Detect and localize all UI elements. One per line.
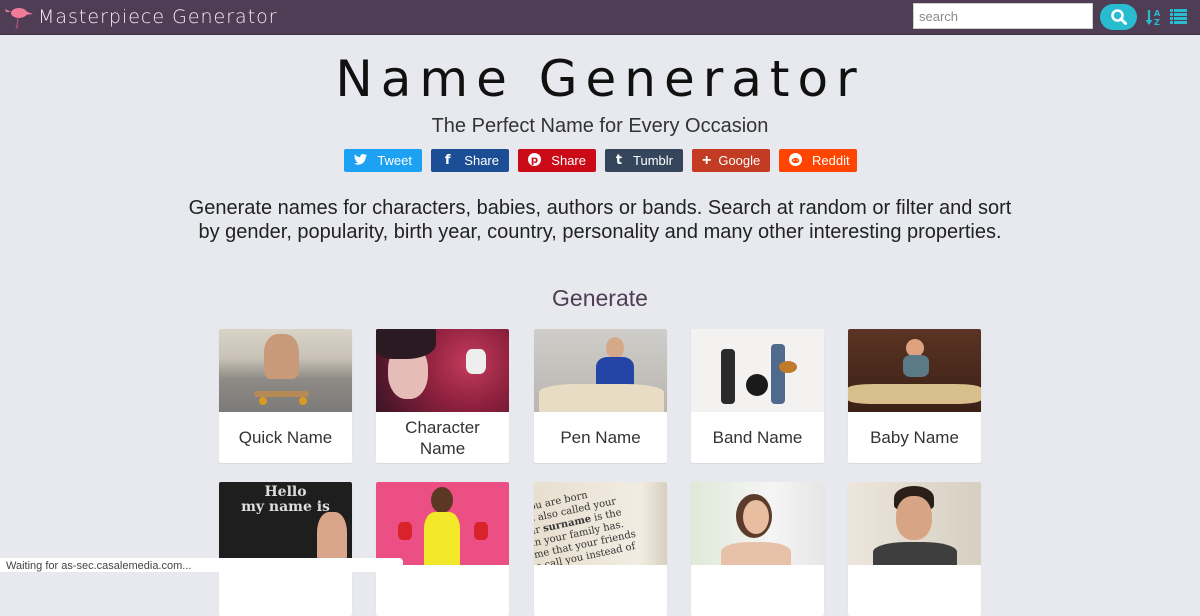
quick-name-image [219, 329, 352, 412]
facebook-icon: f [444, 153, 451, 168]
pinterest-icon: p [528, 152, 542, 169]
page-subtitle: The Perfect Name for Every Occasion [431, 115, 769, 137]
tweet-label: Tweet [377, 153, 412, 168]
reddit-icon [789, 152, 802, 169]
tumblr-button[interactable]: t Tumblr [605, 149, 683, 172]
tumblr-icon: t [615, 153, 623, 168]
pinterest-share-label: Share [551, 153, 586, 168]
baby-name-image [848, 329, 981, 412]
pinterest-share-button[interactable]: p Share [518, 149, 596, 172]
tumblr-label: Tumblr [633, 153, 673, 168]
card-label [848, 565, 981, 616]
page-title: Name Generator [335, 50, 865, 108]
card-thinking[interactable] [691, 482, 824, 616]
google-plus-button[interactable]: + Google [692, 149, 770, 172]
navbar: Masterpiece Generator A Z [0, 0, 1200, 35]
svg-text:A: A [1154, 9, 1161, 18]
card-name-tag[interactable]: Hello my name is [219, 482, 352, 616]
band-name-image [691, 329, 824, 412]
card-pen-name[interactable]: Pen Name [534, 329, 667, 463]
google-plus-icon: + [702, 151, 712, 169]
search-icon [1110, 9, 1127, 25]
tweet-button[interactable]: Tweet [344, 149, 422, 172]
google-plus-label: Google [718, 153, 761, 168]
card-label: Band Name [712, 428, 803, 447]
card-label: Character Name [405, 417, 480, 458]
generate-heading: Generate [552, 285, 648, 311]
character-name-image [376, 329, 509, 412]
card-label: Quick Name [238, 428, 333, 447]
search-input[interactable] [913, 3, 1093, 29]
hello-my-name-is-image: Hello my name is [219, 482, 352, 565]
brand-name: Masterpiece Generator [38, 6, 278, 28]
card-label [534, 565, 667, 616]
smiling-man-image [848, 482, 981, 565]
card-quick-name[interactable]: Quick Name [219, 329, 352, 463]
surname-dictionary-image: you are born is also called your ur surnam… [534, 482, 667, 565]
flamingo-logo-icon [5, 8, 33, 29]
card-label [691, 565, 824, 616]
brand-link[interactable]: Masterpiece Generator [2, 0, 278, 34]
pen-name-image [534, 329, 667, 412]
svg-text:p: p [531, 155, 538, 166]
svg-text:Z: Z [1154, 18, 1160, 27]
list-icon[interactable] [1170, 9, 1187, 24]
card-label: Baby Name [870, 428, 959, 447]
reddit-button[interactable]: Reddit [779, 149, 857, 172]
search-button[interactable] [1100, 4, 1137, 30]
browser-status-bar: Waiting for as-sec.casalemedia.com... [0, 558, 403, 572]
facebook-share-button[interactable]: f Share [431, 149, 509, 172]
sort-alpha-icon[interactable]: A Z [1145, 7, 1161, 27]
site-description: Generate names for characters, babies, a… [188, 197, 1012, 243]
thinking-woman-image [691, 482, 824, 565]
card-label [376, 565, 509, 616]
card-baby-name[interactable]: Baby Name [848, 329, 981, 463]
card-man[interactable] [848, 482, 981, 616]
facebook-share-label: Share [464, 153, 499, 168]
twitter-icon [354, 153, 368, 168]
card-label [219, 565, 352, 616]
card-character-name[interactable]: Character Name [376, 329, 509, 463]
card-label: Pen Name [560, 428, 641, 447]
share-buttons: Tweet f Share p Share t Tumblr + Google … [344, 149, 857, 172]
card-surname[interactable]: you are born is also called your ur surnam… [534, 482, 667, 616]
card-pink[interactable] [376, 482, 509, 616]
reddit-label: Reddit [812, 153, 850, 168]
card-band-name[interactable]: Band Name [691, 329, 824, 463]
woman-pink-background-image [376, 482, 509, 565]
